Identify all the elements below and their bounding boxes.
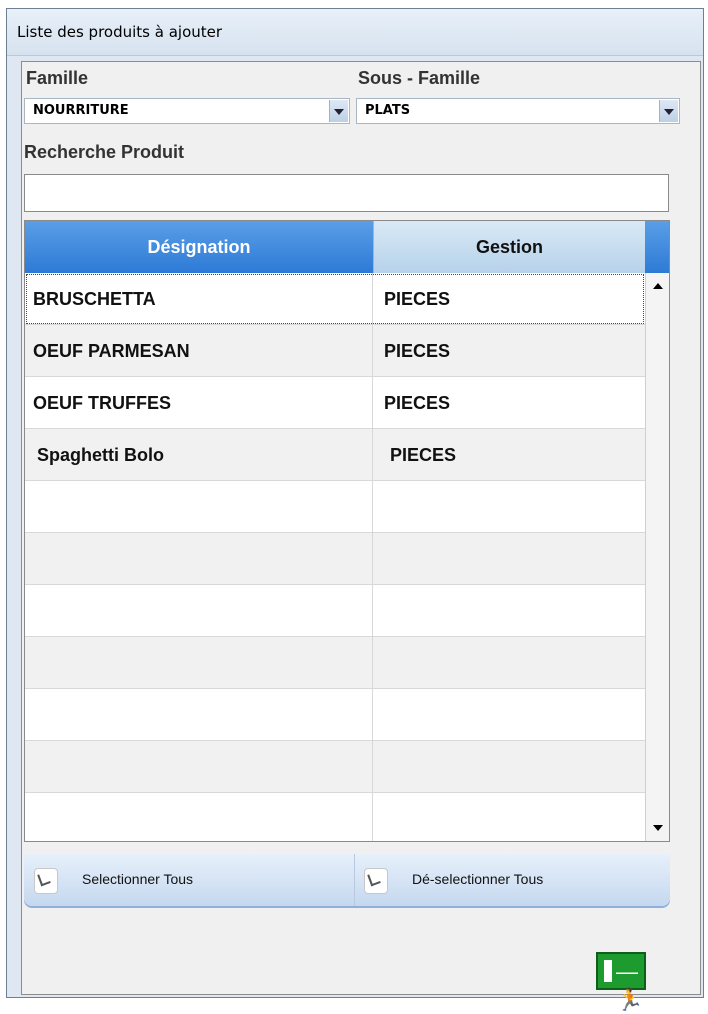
table-row[interactable]: BRUSCHETTA PIECES — [25, 273, 645, 325]
column-header-gestion[interactable]: Gestion — [373, 221, 645, 273]
designation-cell — [25, 481, 373, 532]
designation-cell — [25, 637, 373, 688]
famille-label: Famille — [26, 68, 89, 88]
running-man-icon: —🏃 — [616, 959, 644, 1012]
table-rows: BRUSCHETTA PIECES OEUF PARMESAN PIECES O… — [25, 273, 645, 841]
scroll-up-arrow-icon[interactable] — [646, 275, 669, 297]
designation-cell — [25, 533, 373, 584]
products-table: Désignation Gestion BRUSCHETTA PIECES OE… — [24, 220, 670, 842]
select-all-label: Selectionner Tous — [82, 871, 194, 887]
designation-text: OEUF TRUFFES — [33, 393, 171, 413]
recherche-label: Recherche Produit — [24, 142, 185, 162]
table-row[interactable]: OEUF TRUFFES PIECES — [25, 377, 645, 429]
table-row[interactable] — [25, 793, 645, 841]
gestion-cell — [374, 533, 645, 584]
designation-text: BRUSCHETTA — [33, 289, 156, 309]
vertical-scrollbar[interactable] — [645, 273, 669, 841]
designation-cell: Spaghetti Bolo — [25, 429, 373, 480]
designation-cell — [25, 689, 373, 740]
table-row[interactable] — [25, 689, 645, 741]
select-all-button[interactable]: Selectionner Tous — [24, 854, 354, 906]
sous-famille-label: Sous - Famille — [358, 68, 481, 88]
search-input[interactable] — [24, 174, 669, 212]
gestion-cell — [374, 585, 645, 636]
scroll-down-arrow-icon[interactable] — [646, 817, 669, 839]
selection-button-bar: Selectionner Tous Dé-selectionner Tous — [24, 854, 670, 906]
deselect-all-label: Dé-selectionner Tous — [412, 871, 544, 887]
window-title: Liste des produits à ajouter — [17, 23, 223, 41]
designation-text: Spaghetti Bolo — [37, 445, 164, 465]
gestion-text: PIECES — [384, 341, 451, 361]
gestion-cell: PIECES — [374, 377, 645, 428]
gestion-cell — [374, 793, 645, 841]
table-row[interactable] — [25, 637, 645, 689]
designation-cell: OEUF TRUFFES — [25, 377, 373, 428]
table-row[interactable] — [25, 533, 645, 585]
chevron-down-icon[interactable] — [659, 100, 678, 122]
designation-text: OEUF PARMESAN — [33, 341, 190, 361]
designation-cell — [25, 793, 373, 841]
column-header-designation[interactable]: Désignation — [25, 221, 373, 273]
hand-pointer-icon — [34, 868, 58, 894]
table-row[interactable] — [25, 481, 645, 533]
gestion-cell — [374, 481, 645, 532]
famille-value: NOURRITURE — [33, 103, 129, 118]
gestion-text: PIECES — [384, 393, 451, 413]
header-spacer — [645, 221, 669, 273]
gestion-cell: PIECES — [374, 273, 645, 324]
table-row[interactable] — [25, 585, 645, 637]
deselect-all-button[interactable]: Dé-selectionner Tous — [354, 854, 670, 906]
sous-famille-value: PLATS — [365, 103, 411, 118]
table-row[interactable] — [25, 741, 645, 793]
title-bar: Liste des produits à ajouter — [7, 9, 703, 56]
chevron-down-icon[interactable] — [329, 100, 348, 122]
famille-dropdown[interactable]: NOURRITURE — [24, 98, 350, 124]
product-list-window: Liste des produits à ajouter Famille Sou… — [6, 8, 704, 1012]
gestion-cell — [374, 637, 645, 688]
designation-cell — [25, 741, 373, 792]
gestion-cell — [374, 741, 645, 792]
gestion-text: PIECES — [390, 445, 457, 465]
hand-pointer-icon — [364, 868, 388, 894]
table-row[interactable]: OEUF PARMESAN PIECES — [25, 325, 645, 377]
designation-cell — [25, 585, 373, 636]
designation-cell: OEUF PARMESAN — [25, 325, 373, 376]
gestion-cell: PIECES — [374, 325, 645, 376]
sous-famille-dropdown[interactable]: PLATS — [356, 98, 680, 124]
table-row[interactable]: Spaghetti Bolo PIECES — [25, 429, 645, 481]
exit-door-icon — [604, 960, 612, 982]
gestion-cell: PIECES — [374, 429, 645, 480]
exit-button[interactable]: —🏃 — [596, 952, 646, 1012]
gestion-text: PIECES — [384, 289, 451, 309]
gestion-cell — [374, 689, 645, 740]
main-panel: Famille Sous - Famille NOURRITURE PLATS … — [21, 61, 701, 1012]
designation-cell: BRUSCHETTA — [25, 273, 373, 324]
